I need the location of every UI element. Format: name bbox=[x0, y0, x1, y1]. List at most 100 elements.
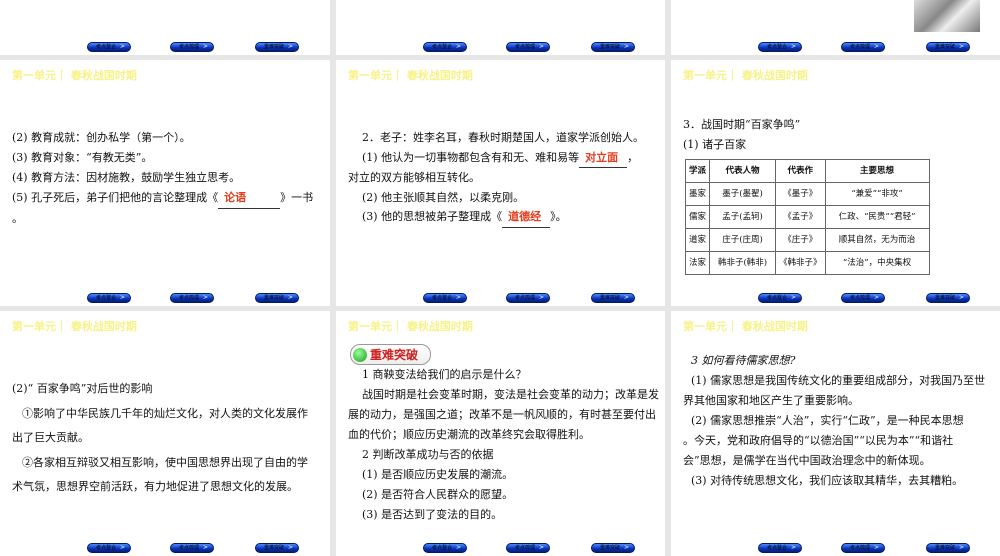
nav-button-1[interactable]: 考点整合 bbox=[758, 42, 802, 52]
nav-button-3[interactable]: 重难突破 bbox=[591, 543, 635, 553]
nav-button-1[interactable]: 考点整合 bbox=[87, 543, 131, 553]
text-line: (1) 诸子百家 bbox=[683, 138, 747, 151]
slide-nav: 考点整合 考点梳理 重难突破 bbox=[0, 42, 330, 52]
nav-button-1[interactable]: 考点整合 bbox=[423, 42, 467, 52]
slide-header: 第一单元｜ 春秋战国时期 bbox=[12, 320, 137, 333]
text: ， bbox=[627, 150, 639, 164]
nav-button-1[interactable]: 考点整合 bbox=[87, 42, 131, 52]
text-line: (3) 是否达到了变法的目的。 bbox=[362, 508, 503, 521]
nav-button-3[interactable]: 重难突破 bbox=[926, 42, 970, 52]
text-line: 出了巨大贡献。 bbox=[12, 431, 89, 444]
text-line: 2．老子：姓李名耳，春秋时期楚国人，道家学派创始人。 bbox=[362, 131, 644, 144]
slide-nav: 考点整合 考点梳理 重难突破 bbox=[336, 543, 665, 553]
cell: 道家 bbox=[684, 228, 711, 252]
nav-button-2[interactable]: 考点梳理 bbox=[170, 543, 214, 553]
cell: “兼爱”“非攻” bbox=[824, 182, 930, 206]
nav-button-1[interactable]: 考点整合 bbox=[758, 543, 802, 553]
text-line: 术气氛，思想界空前活跃，有力地促进了思想文化的发展。 bbox=[12, 480, 298, 493]
nav-button-3[interactable]: 重难突破 bbox=[255, 543, 299, 553]
text-line: 对立的双方能够相互转化。 bbox=[348, 171, 480, 184]
slide-nav: 考点整合 考点梳理 重难突破 bbox=[0, 293, 330, 303]
text-line: 展的动力，是强国之道；改革不是一帆风顺的，有时甚至要付出 bbox=[348, 408, 656, 421]
text-line: 。 bbox=[12, 212, 23, 225]
cell: 《孟子》 bbox=[775, 205, 826, 229]
nav-button-1[interactable]: 考点整合 bbox=[423, 293, 467, 303]
slide-content: 3 如何看待儒家思想? (1) 儒家思想是我国传统文化的重要组成部分，对我国乃至… bbox=[683, 351, 990, 491]
text-line: (1) 他认为一切事物都包含有和无、难和易等 对立面， bbox=[348, 148, 655, 168]
illustration-image bbox=[914, 0, 980, 32]
table-row: 法家 韩非子(韩非) 《韩非子》 “法治”，中央集权 bbox=[684, 251, 930, 275]
text: (3) 他的思想被弟子整理成《 bbox=[362, 210, 503, 223]
nav-button-2[interactable]: 考点梳理 bbox=[841, 543, 885, 553]
text-line: ②各家相互辩驳又相互影响，使中国思想界出现了自由的学 bbox=[22, 455, 308, 469]
column-header: 学派 bbox=[684, 159, 711, 183]
cell: 仁政、“民贵”“君轻” bbox=[824, 205, 930, 229]
slide-content: (2) 教育成就：创办私学（第一个）。 (3) 教育对象：“有教无类”。 (4)… bbox=[12, 128, 320, 229]
nav-button-2[interactable]: 考点梳理 bbox=[170, 293, 214, 303]
slide-nav: 考点整合 考点梳理 重难突破 bbox=[336, 293, 665, 303]
slide-content: 2．老子：姓李名耳，春秋时期楚国人，道家学派创始人。 (1) 他认为一切事物都包… bbox=[348, 128, 655, 228]
slide-2: 考点整合 考点梳理 重难突破 bbox=[336, 0, 665, 55]
text-line: (4) 教育方法：因材施教，鼓励学生独立思考。 bbox=[12, 171, 241, 184]
nav-button-3[interactable]: 重难突破 bbox=[591, 42, 635, 52]
table-row: 墨家 墨子(墨翟) 《墨子》 “兼爱”“非攻” bbox=[684, 182, 930, 206]
nav-button-3[interactable]: 重难突破 bbox=[255, 42, 299, 52]
nav-button-2[interactable]: 考点梳理 bbox=[170, 42, 214, 52]
slide-5: 第一单元｜ 春秋战国时期 2．老子：姓李名耳，春秋时期楚国人，道家学派创始人。 … bbox=[336, 60, 665, 306]
text-line: ①影响了中华民族几千年的灿烂文化，对人类的文化发展作 bbox=[22, 406, 308, 420]
nav-button-2[interactable]: 考点梳理 bbox=[506, 42, 550, 52]
nav-button-2[interactable]: 考点梳理 bbox=[841, 42, 885, 52]
slide-header: 第一单元｜ 春秋战国时期 bbox=[12, 69, 137, 82]
cell: 《墨子》 bbox=[775, 182, 826, 206]
text-line: (3) 他的思想被弟子整理成《 道德经 》。 bbox=[348, 207, 655, 228]
nav-button-3[interactable]: 重难突破 bbox=[255, 293, 299, 303]
nav-button-1[interactable]: 考点整合 bbox=[758, 293, 802, 303]
text-line: (5) 孔子死后，弟子们把他的言论整理成《 论语 》一书 bbox=[12, 188, 320, 209]
answer-blank: 对立面 bbox=[579, 148, 628, 168]
cell: 《庄子》 bbox=[775, 228, 826, 252]
table-header-row: 学派 代表人物 代表作 主要思想 bbox=[684, 159, 930, 183]
text: (5) 孔子死后，弟子们把他的言论整理成《 bbox=[12, 191, 219, 204]
text-line: (2) 教育成就：创办私学（第一个）。 bbox=[12, 131, 191, 144]
text-line: (2) 儒家思想推崇“人治”，实行“仁政”，是一种民本思想 bbox=[691, 414, 964, 427]
text-line: 血的代价；顺应历史潮流的改革终究会取得胜利。 bbox=[348, 428, 590, 441]
text-line: (1) 是否顺应历史发展的潮流。 bbox=[362, 468, 514, 481]
text-line: 3．战国时期“百家争鸣” bbox=[683, 118, 801, 131]
text-line: (3) 对待传统思想文化，我们应该取其精华，去其糟粕。 bbox=[691, 474, 964, 487]
slide-nav: 考点整合 考点梳理 重难突破 bbox=[671, 543, 1000, 553]
table-row: 儒家 孟子(孟轲) 《孟子》 仁政、“民贵”“君轻” bbox=[684, 205, 930, 229]
answer-blank: 道德经 bbox=[502, 207, 551, 228]
column-header: 代表人物 bbox=[709, 159, 777, 183]
table-row: 道家 庄子(庄周) 《庄子》 顺其自然，无为而治 bbox=[684, 228, 930, 252]
slide-4: 第一单元｜ 春秋战国时期 (2) 教育成就：创办私学（第一个）。 (3) 教育对… bbox=[0, 60, 330, 306]
slide-1: 考点整合 考点梳理 重难突破 bbox=[0, 0, 330, 55]
nav-button-2[interactable]: 考点梳理 bbox=[841, 293, 885, 303]
nav-button-3[interactable]: 重难突破 bbox=[926, 543, 970, 553]
slide-header: 第一单元｜ 春秋战国时期 bbox=[348, 69, 473, 82]
text-line: (1) 儒家思想是我国传统文化的重要组成部分，对我国乃至世 bbox=[691, 374, 986, 387]
slide-header: 第一单元｜ 春秋战国时期 bbox=[683, 320, 808, 333]
slide-nav: 考点整合 考点梳理 重难突破 bbox=[671, 293, 1000, 303]
nav-button-3[interactable]: 重难突破 bbox=[926, 293, 970, 303]
badge-label: 重难突破 bbox=[370, 348, 419, 362]
nav-button-1[interactable]: 考点整合 bbox=[423, 543, 467, 553]
text: (1) 他认为一切事物都包含有和无、难和易等 bbox=[362, 150, 580, 164]
nav-button-3[interactable]: 重难突破 bbox=[591, 293, 635, 303]
slide-header: 第一单元｜ 春秋战国时期 bbox=[683, 69, 808, 82]
text-line: 界其他国家和地区产生了重要影响。 bbox=[683, 394, 859, 407]
green-dot-icon bbox=[353, 347, 367, 362]
nav-button-1[interactable]: 考点整合 bbox=[87, 293, 131, 303]
slide-6: 第一单元｜ 春秋战国时期 3．战国时期“百家争鸣” (1) 诸子百家 学派 代表人… bbox=[671, 60, 1000, 306]
nav-button-2[interactable]: 考点梳理 bbox=[506, 543, 550, 553]
slide-7: 第一单元｜ 春秋战国时期 (2)“ 百家争鸣”对后世的影响 ①影响了中华民族几千… bbox=[0, 311, 330, 556]
text-line: 3 如何看待儒家思想? bbox=[691, 354, 796, 367]
cell: 孟子(孟轲) bbox=[709, 205, 777, 229]
cell: 法家 bbox=[684, 251, 711, 275]
text-line: 会”思想，是儒学在当代中国政治理念中的新体现。 bbox=[683, 454, 931, 467]
slide-9: 第一单元｜ 春秋战国时期 3 如何看待儒家思想? (1) 儒家思想是我国传统文化… bbox=[671, 311, 1000, 556]
text-line: (3) 教育对象：“有教无类”。 bbox=[12, 151, 153, 164]
cell: 《韩非子》 bbox=[775, 251, 826, 275]
slide-3: 考点整合 考点梳理 重难突破 bbox=[671, 0, 1000, 55]
cell: 庄子(庄周) bbox=[709, 228, 777, 252]
nav-button-2[interactable]: 考点梳理 bbox=[506, 293, 550, 303]
